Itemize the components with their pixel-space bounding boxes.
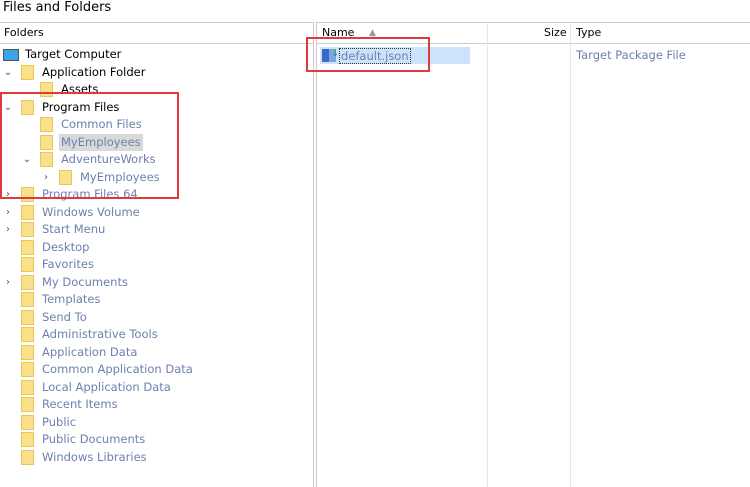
tree-item[interactable]: Target Computer	[3, 46, 123, 63]
tree-item-label: My Documents	[42, 274, 128, 289]
tree-item[interactable]: Send To	[3, 309, 89, 326]
tree-item[interactable]: Administrative Tools	[3, 326, 160, 343]
tree-item[interactable]: Public Documents	[3, 431, 147, 448]
folder-icon	[21, 309, 34, 325]
folder-icon	[21, 274, 34, 290]
chevron-down-icon[interactable]: ⌄	[3, 64, 13, 81]
file-type: Target Package File	[576, 48, 686, 62]
tree-item[interactable]: Recent Items	[3, 396, 120, 413]
tree-item-label: Local Application Data	[42, 379, 171, 394]
tree-item[interactable]: Favorites	[3, 256, 96, 273]
tree-item-label: Public	[42, 414, 77, 429]
tree-item-label: Favorites	[42, 257, 94, 271]
window-title: Files and Folders	[3, 0, 112, 15]
chevron-right-icon[interactable]: ›	[3, 204, 13, 221]
folder-icon	[21, 449, 34, 465]
tree-item[interactable]: Templates	[3, 291, 102, 308]
tree-item-label: Start Menu	[42, 222, 106, 236]
folder-icon	[21, 239, 34, 255]
tree-item[interactable]: Public	[3, 414, 78, 431]
files-pane: Name ▲ Size Type ↓ default.json Target P…	[316, 22, 750, 487]
tree-item-label: Desktop	[42, 239, 90, 254]
highlight-box-default-json	[306, 37, 430, 72]
folder-icon	[21, 257, 34, 272]
tree-item[interactable]: Windows Libraries	[3, 449, 149, 466]
folder-icon	[21, 397, 34, 412]
tree-item[interactable]: Desktop	[3, 239, 91, 256]
tree-item-label: Application Data	[42, 344, 138, 359]
tree-item[interactable]: Local Application Data	[3, 379, 173, 396]
tree-item-label: Recent Items	[42, 397, 118, 411]
tree-item[interactable]: › My Documents	[3, 274, 130, 291]
tree-item-label: Windows Volume	[42, 204, 140, 219]
folder-icon	[21, 379, 34, 395]
tree-item[interactable]: Common Application Data	[3, 361, 195, 378]
tree-item-label: Public Documents	[42, 432, 146, 446]
chevron-right-icon[interactable]: ›	[3, 221, 13, 238]
tree-item[interactable]: ⌄ Application Folder	[3, 64, 147, 81]
folder-icon	[21, 64, 34, 80]
tree-item[interactable]: › Windows Volume	[3, 204, 142, 221]
tree-item-label: Application Folder	[42, 64, 146, 79]
computer-icon	[3, 48, 19, 61]
column-type[interactable]: Type	[576, 23, 601, 43]
folder-icon	[21, 432, 34, 447]
tree-item-label: Windows Libraries	[42, 449, 147, 464]
tree-item-label: Send To	[42, 309, 87, 324]
folder-icon	[21, 414, 34, 430]
tree-item-label: Common Application Data	[42, 362, 193, 376]
folder-icon	[21, 327, 34, 342]
folder-icon	[21, 204, 34, 220]
folder-icon	[21, 362, 34, 377]
tree-item[interactable]: Application Data	[3, 344, 139, 361]
folders-header: Folders	[0, 23, 313, 44]
tree-item[interactable]: › Start Menu	[3, 221, 107, 238]
folder-icon	[21, 222, 34, 237]
folder-icon	[21, 292, 34, 307]
highlight-box-program-files	[0, 92, 179, 199]
folder-icon	[21, 344, 34, 360]
tree-item-label: Target Computer	[25, 47, 122, 61]
chevron-right-icon[interactable]: ›	[3, 274, 13, 291]
column-size[interactable]: Size	[544, 23, 567, 43]
tree-item-label: Administrative Tools	[42, 327, 158, 341]
tree-item-label: Templates	[42, 292, 101, 306]
